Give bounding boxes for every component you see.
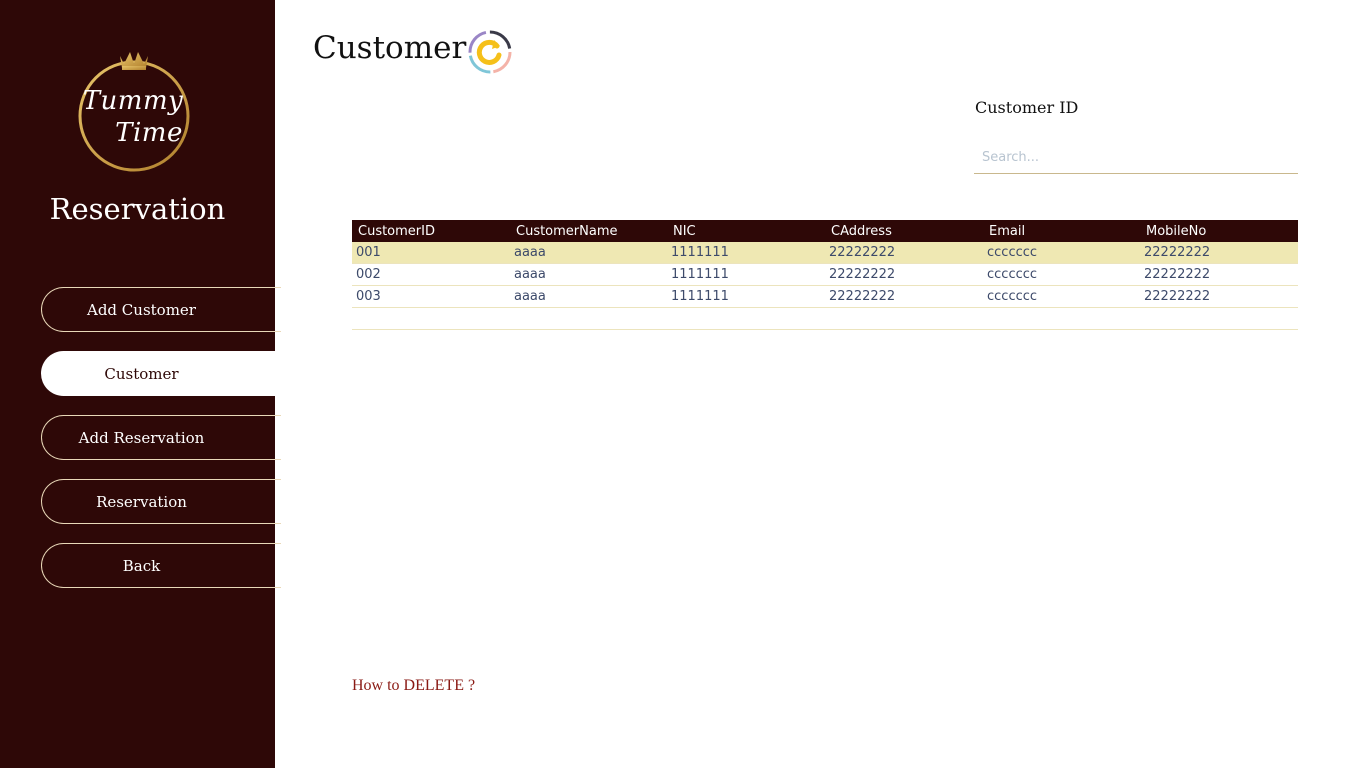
table-cell: 001 <box>356 245 381 260</box>
refresh-icon[interactable] <box>466 28 514 76</box>
table-cell: ccccccc <box>987 289 1038 304</box>
table-cell: 22222222 <box>1144 267 1211 282</box>
sidebar-item-customer[interactable]: Customer <box>41 351 281 396</box>
customer-search-input[interactable] <box>974 142 1298 174</box>
table-cell: ccccccc <box>987 267 1038 282</box>
table-cell: 1111111 <box>671 289 729 304</box>
table-cell: 003 <box>356 289 381 304</box>
table-row[interactable]: 002 aaaa 1111111 22222222 ccccccc 222222… <box>352 264 1298 286</box>
table-cell: 1111111 <box>671 267 729 282</box>
table-cell: aaaa <box>514 289 546 304</box>
table-cell: 1111111 <box>671 245 729 260</box>
sidebar-item-back[interactable]: Back <box>41 543 281 588</box>
column-header-email[interactable]: Email <box>983 224 1140 239</box>
sidebar-item-reservation[interactable]: Reservation <box>41 479 281 524</box>
table-cell: ccccccc <box>987 245 1038 260</box>
table-cell: 22222222 <box>829 245 896 260</box>
tummy-time-logo: Tummy Time <box>68 42 198 178</box>
table-cell: aaaa <box>514 267 546 282</box>
sidebar-item-add-customer[interactable]: Add Customer <box>41 287 281 332</box>
column-header-customer-name[interactable]: CustomerName <box>510 224 667 239</box>
column-header-caddress[interactable]: CAddress <box>825 224 983 239</box>
table-cell: 22222222 <box>1144 289 1211 304</box>
table-header: CustomerID CustomerName NIC CAddress Ema… <box>352 220 1298 242</box>
how-to-delete-link[interactable]: How to DELETE ? <box>352 677 475 695</box>
sidebar-title: Reservation <box>49 192 226 226</box>
table-cell: 002 <box>356 267 381 282</box>
table-cell: 22222222 <box>829 289 896 304</box>
table-row-empty[interactable] <box>352 308 1298 330</box>
logo-text-line2: Time <box>115 118 183 148</box>
logo-text-line1: Tummy <box>82 86 184 116</box>
column-header-nic[interactable]: NIC <box>667 224 825 239</box>
sidebar-item-add-reservation[interactable]: Add Reservation <box>41 415 281 460</box>
table-cell: 22222222 <box>1144 245 1211 260</box>
customer-table: CustomerID CustomerName NIC CAddress Ema… <box>352 220 1298 330</box>
table-cell: aaaa <box>514 245 546 260</box>
page-title: Customer <box>313 30 467 66</box>
table-row[interactable]: 001 aaaa 1111111 22222222 ccccccc 222222… <box>352 242 1298 264</box>
customer-id-label: Customer ID <box>975 98 1079 117</box>
table-cell: 22222222 <box>829 267 896 282</box>
table-row[interactable]: 003 aaaa 1111111 22222222 ccccccc 222222… <box>352 286 1298 308</box>
column-header-mobile-no[interactable]: MobileNo <box>1140 224 1298 239</box>
column-header-customer-id[interactable]: CustomerID <box>352 224 510 239</box>
